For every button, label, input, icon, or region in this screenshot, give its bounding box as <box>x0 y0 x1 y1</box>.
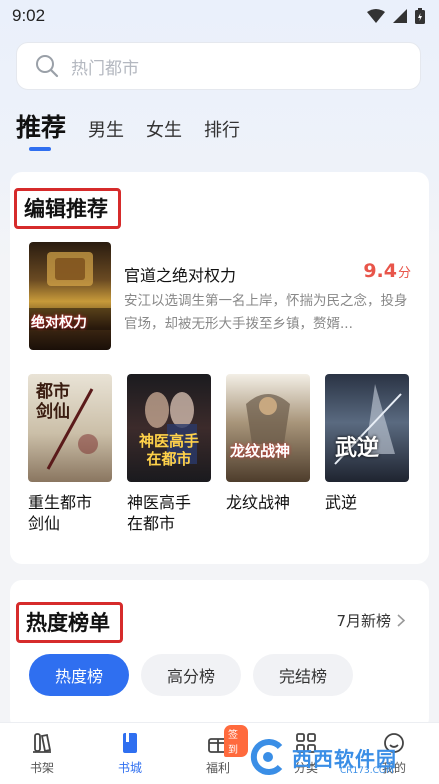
chip-completed[interactable]: 完结榜 <box>253 654 353 696</box>
featured-book-title[interactable]: 官道之绝对权力 <box>124 262 236 286</box>
checkin-badge: 签到 <box>224 725 248 757</box>
featured-cover-text: 绝对权力 <box>31 315 87 331</box>
tab-male[interactable]: 男生 <box>88 116 124 148</box>
nav-label: 福利 <box>205 761 230 775</box>
tab-ranking[interactable]: 排行 <box>204 116 240 148</box>
book-cover-text: 武逆 <box>335 436 380 461</box>
status-time: 9:02 <box>12 6 46 25</box>
chip-hot[interactable]: 热度榜 <box>29 654 129 696</box>
hot-list-title: 热度榜单 <box>16 602 123 643</box>
chevron-right-icon <box>397 614 405 627</box>
monthly-list-link[interactable]: 7月新榜 <box>336 610 405 631</box>
book-cover[interactable]: 武逆 <box>325 374 409 482</box>
book-cover[interactable]: 都市剑仙 <box>28 374 112 482</box>
status-bar: 9:02 <box>0 0 439 32</box>
book-cover-text: 都市剑仙 <box>36 382 70 422</box>
bookshelf-icon <box>33 733 52 753</box>
category-tabs: 推荐 男生 女生 排行 <box>16 108 240 148</box>
wifi-icon <box>367 9 385 23</box>
search-placeholder: 热门都市 <box>71 58 139 79</box>
ranking-chips: 热度榜 高分榜 完结榜 <box>29 654 353 696</box>
nav-bookstore[interactable]: 书城 <box>100 731 160 776</box>
book-item[interactable]: 龙纹战神 龙纹战神 <box>226 374 310 513</box>
book-title[interactable]: 龙纹战神 <box>226 492 310 513</box>
search-icon <box>36 55 59 78</box>
watermark-logo <box>250 739 283 775</box>
hot-list-card: 热度榜单 7月新榜 热度榜 高分榜 完结榜 <box>10 580 429 730</box>
nav-rewards[interactable]: 签到 福利 <box>188 725 248 776</box>
battery-icon <box>415 8 425 24</box>
tab-recommend[interactable]: 推荐 <box>16 108 66 148</box>
editor-picks-title: 编辑推荐 <box>14 188 121 229</box>
score-value: 9.4 <box>363 260 397 282</box>
featured-book-score: 9.4分 <box>363 260 411 282</box>
book-title[interactable]: 神医高手在都市 <box>127 492 205 534</box>
featured-cover-art <box>29 252 111 330</box>
featured-book-cover[interactable]: 绝对权力 <box>29 242 111 350</box>
nav-bookshelf[interactable]: 书架 <box>12 731 72 776</box>
monthly-list-label: 7月新榜 <box>336 612 391 630</box>
book-item[interactable]: 神医高手在都市 神医高手在都市 <box>127 374 211 534</box>
book-cover-art <box>246 394 290 444</box>
book-cover-text: 神医高手在都市 <box>138 432 199 468</box>
book-cover[interactable]: 神医高手在都市 <box>127 374 211 482</box>
signal-icon <box>393 9 407 23</box>
book-grid: 都市剑仙 重生都市剑仙 神医高手在都市 神医高手在都市 龙纹战神 龙纹战神 武逆… <box>28 374 424 544</box>
chip-high-score[interactable]: 高分榜 <box>141 654 241 696</box>
book-item[interactable]: 都市剑仙 重生都市剑仙 <box>28 374 112 534</box>
editor-picks-card: 编辑推荐 绝对权力 官道之绝对权力 9.4分 安江以选调生第一名上岸，怀揣为民之… <box>10 172 429 564</box>
book-item[interactable]: 武逆 武逆 <box>325 374 409 513</box>
watermark-sub: CR173.COM <box>340 766 394 776</box>
featured-book-description: 安江以选调生第一名上岸，怀揣为民之念，投身官场，却被无形大手拨至乡镇，赘婿... <box>124 293 408 332</box>
status-icons <box>367 8 425 24</box>
nav-label: 书城 <box>117 761 142 775</box>
score-unit: 分 <box>397 266 411 281</box>
tab-female[interactable]: 女生 <box>146 116 182 148</box>
book-icon <box>123 733 137 753</box>
search-input[interactable]: 热门都市 <box>16 42 421 90</box>
book-cover[interactable]: 龙纹战神 <box>226 374 310 482</box>
book-cover-text: 龙纹战神 <box>230 442 291 460</box>
featured-book[interactable]: 绝对权力 官道之绝对权力 9.4分 安江以选调生第一名上岸，怀揣为民之念，投身官… <box>29 242 419 352</box>
nav-label: 书架 <box>29 761 54 775</box>
active-tab-indicator <box>29 147 51 151</box>
book-cover-art <box>334 384 402 465</box>
site-watermark: 西西软件园 CR173.COM <box>248 736 424 778</box>
book-title[interactable]: 武逆 <box>325 492 409 513</box>
book-title[interactable]: 重生都市剑仙 <box>28 492 104 534</box>
